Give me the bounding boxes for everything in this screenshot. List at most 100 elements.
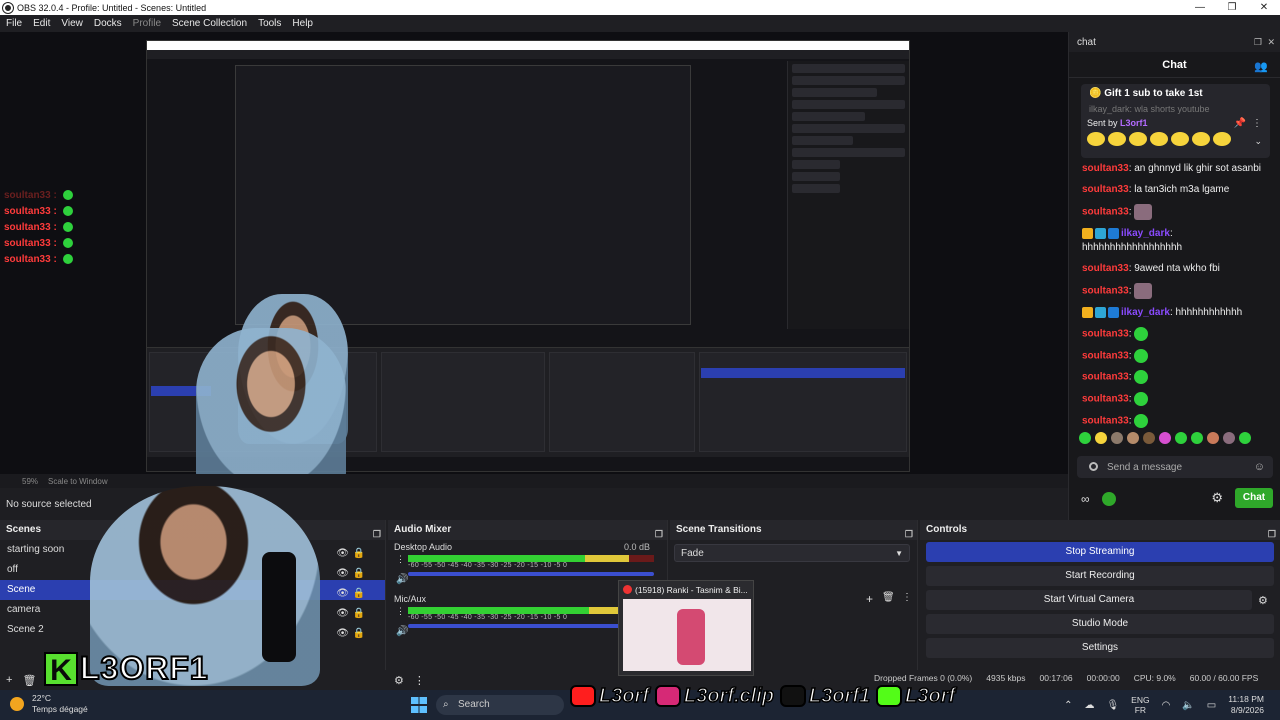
- menu-dots-icon[interactable]: ⋮: [414, 674, 425, 687]
- kick-name-overlay: L3ORF1: [79, 649, 209, 687]
- close-dock-icon[interactable]: ✕: [1267, 37, 1275, 48]
- windows-start-icon[interactable]: [411, 697, 427, 713]
- emoji-icon[interactable]: ☺: [1254, 461, 1265, 473]
- transition-select[interactable]: Fade ▼: [674, 544, 910, 562]
- float-dock-icon[interactable]: ❐: [1254, 37, 1262, 48]
- speaker-icon[interactable]: 🔊: [396, 626, 408, 637]
- menu-scene-collection[interactable]: Scene Collection: [172, 18, 247, 29]
- menu-dots-icon[interactable]: ⋮: [396, 606, 405, 617]
- menu-view[interactable]: View: [61, 18, 83, 29]
- emote-icon: [1134, 413, 1149, 428]
- scene-transitions-title: Scene Transitions ❐: [670, 520, 917, 540]
- scale-mode-select[interactable]: Scale to Window: [48, 477, 108, 486]
- hype-icon[interactable]: [1089, 462, 1098, 471]
- send-message-input[interactable]: Send a message ☺: [1077, 456, 1273, 478]
- controls-dock: Controls ❐ Stop Streaming Start Recording…: [920, 520, 1280, 670]
- chat-send-button[interactable]: Chat: [1235, 488, 1273, 508]
- start-virtual-camera-button[interactable]: Start Virtual Camera: [926, 590, 1252, 610]
- menu-dots-icon[interactable]: ⋮: [396, 554, 405, 565]
- chevron-down-icon[interactable]: ⌄: [1254, 136, 1262, 147]
- trash-icon[interactable]: 🗑: [882, 592, 895, 603]
- chat-dock-header: chat ❐ ✕: [1069, 32, 1280, 52]
- emote-bar[interactable]: [1079, 432, 1255, 444]
- wifi-icon[interactable]: ◠: [1162, 700, 1171, 711]
- battery-icon[interactable]: ▭: [1207, 700, 1216, 711]
- add-icon[interactable]: +: [6, 674, 12, 686]
- menu-file[interactable]: File: [6, 18, 22, 29]
- chat-line: soultan33 :: [4, 254, 73, 265]
- chat-dock-title: chat: [1077, 36, 1096, 48]
- taskbar-search[interactable]: ⌕ Search: [436, 695, 564, 715]
- menu-docks[interactable]: Docks: [94, 18, 122, 29]
- pin-icon[interactable]: 📌: [1234, 118, 1246, 129]
- minimize-icon[interactable]: —: [1184, 0, 1216, 15]
- chat-message: soultan33:: [1082, 391, 1272, 407]
- users-icon[interactable]: 👥: [1254, 60, 1268, 73]
- float-dock-icon[interactable]: ❐: [655, 524, 663, 544]
- close-icon[interactable]: ✕: [1248, 0, 1280, 15]
- channel-db: 0.0 dB: [623, 542, 650, 552]
- gear-icon[interactable]: ⚙: [394, 674, 404, 687]
- menu-tools[interactable]: Tools: [258, 18, 281, 29]
- badge-icon: [1095, 306, 1106, 318]
- menu-bar: File Edit View Docks Profile Scene Colle…: [0, 15, 1280, 32]
- emote-icon: [1134, 283, 1153, 299]
- lock-icon[interactable]: 🔒: [353, 624, 365, 644]
- taskbar-thumbnail-popup[interactable]: (15918) Ranki - Tasnim & Bi...: [618, 580, 754, 676]
- volume-slider[interactable]: [408, 572, 654, 576]
- emote-icon: [1134, 204, 1153, 220]
- chevron-down-icon: ▼: [895, 549, 903, 558]
- eye-icon[interactable]: 👁: [336, 624, 349, 644]
- preview-canvas[interactable]: soultan33 : soultan33 : soultan33 : soul…: [0, 32, 1068, 474]
- mic-icon[interactable]: 🎙: [1106, 700, 1119, 711]
- speaker-icon[interactable]: 🔊: [396, 574, 408, 585]
- emote-icon: [62, 206, 73, 217]
- maximize-icon[interactable]: ❐: [1216, 0, 1248, 15]
- weather-widget[interactable]: 22°C Temps dégagé: [10, 693, 88, 715]
- menu-profile[interactable]: Profile: [133, 18, 161, 29]
- chat-line: soultan33 :: [4, 238, 73, 249]
- float-dock-icon[interactable]: ❐: [1268, 524, 1276, 544]
- clock[interactable]: 11:18 PM 8/9/2026: [1228, 694, 1264, 716]
- chat-message: soultan33:: [1082, 204, 1272, 220]
- nested-preview-inner: [235, 65, 691, 325]
- pinned-message[interactable]: 🪙 Gift 1 sub to take 1st ilkay_dark: wla…: [1081, 84, 1270, 158]
- chevron-up-icon[interactable]: ⌃: [1064, 700, 1072, 711]
- pinned-gift: 🪙 Gift 1 sub to take 1st: [1089, 88, 1203, 99]
- badge-icon: [1095, 227, 1106, 239]
- settings-button[interactable]: Settings: [926, 638, 1274, 658]
- menu-dots-icon[interactable]: ⋮: [902, 592, 912, 603]
- search-icon: ⌕: [443, 699, 449, 710]
- mixer-channel-mic: Mic/Aux ⋮ -60 -55 -50 -45 -40 -35 -30 -2…: [394, 594, 654, 637]
- chat-messages: soultan33: an ghnnyd lik ghir sot asanbi…: [1082, 162, 1272, 435]
- points-icon[interactable]: ∞: [1081, 492, 1090, 506]
- menu-edit[interactable]: Edit: [33, 18, 50, 29]
- cloud-icon[interactable]: ☁: [1084, 700, 1094, 711]
- float-dock-icon[interactable]: ❐: [905, 524, 913, 544]
- settings-gear-icon[interactable]: ⚙: [1211, 490, 1223, 506]
- emote-icon: [62, 222, 73, 233]
- trash-icon[interactable]: 🗑: [22, 674, 36, 687]
- sun-icon: [10, 697, 24, 711]
- volume-icon[interactable]: 🔈: [1182, 700, 1194, 711]
- language-indicator[interactable]: ENG FR: [1131, 695, 1149, 715]
- chat-line: soultan33 :: [4, 222, 73, 233]
- stop-streaming-button[interactable]: Stop Streaming: [926, 542, 1274, 562]
- emote-icon: [62, 190, 73, 201]
- add-icon[interactable]: +: [866, 592, 873, 606]
- stream-time: 00:17:06: [1039, 673, 1073, 683]
- title-bar: OBS 32.0.4 - Profile: Untitled - Scenes:…: [0, 0, 1280, 15]
- popup-title: (15918) Ranki - Tasnim & Bi...: [635, 585, 748, 595]
- chat-line: soultan33 :: [4, 190, 73, 201]
- emote-icon: [1134, 370, 1149, 385]
- start-recording-button[interactable]: Start Recording: [926, 566, 1274, 586]
- bitrate: 4935 kbps: [986, 673, 1026, 683]
- chat-message: soultan33: la tan3ich m3a lgame: [1082, 184, 1230, 195]
- menu-help[interactable]: Help: [292, 18, 313, 29]
- obs-logo-icon: [3, 2, 13, 13]
- more-icon[interactable]: ⋮: [1252, 118, 1262, 129]
- preview-chat-overlay: soultan33 : soultan33 : soultan33 : soul…: [4, 190, 73, 270]
- virtual-camera-gear-icon[interactable]: ⚙: [1258, 594, 1268, 607]
- kick-icon[interactable]: [1101, 492, 1116, 506]
- studio-mode-button[interactable]: Studio Mode: [926, 614, 1274, 634]
